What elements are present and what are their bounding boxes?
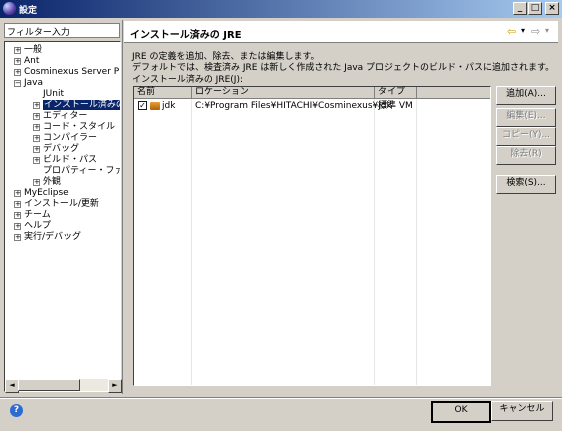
remove-button[interactable]: 除去(R)	[496, 146, 556, 165]
table-label: インストール済みの JRE(J):	[132, 75, 243, 85]
minimize-button[interactable]: _	[513, 2, 527, 15]
expand-icon[interactable]: +	[14, 212, 21, 219]
jre-table[interactable]: 名前 ロケーション タイプ ✓ jdk C:¥Program Files¥HIT…	[133, 86, 491, 386]
app-icon	[3, 2, 16, 15]
help-icon[interactable]: ?	[10, 404, 23, 417]
expand-icon[interactable]: +	[33, 179, 40, 186]
column-divider	[416, 99, 417, 385]
filter-input[interactable]: フィルター入力	[4, 23, 120, 38]
forward-arrow-icon[interactable]: ⇨	[531, 25, 540, 38]
tree-horizontal-scrollbar[interactable]: ◄ ►	[5, 379, 122, 393]
close-button[interactable]: ×	[545, 2, 559, 15]
add-button[interactable]: 追加(A)...	[496, 86, 556, 105]
expand-icon[interactable]: +	[33, 135, 40, 142]
expand-icon[interactable]: +	[14, 223, 21, 230]
expand-icon[interactable]: +	[14, 47, 21, 54]
scroll-right-button[interactable]: ►	[108, 379, 122, 393]
tree-item-help[interactable]: + ヘルプ	[14, 221, 51, 232]
expand-icon[interactable]: +	[33, 157, 40, 164]
copy-button[interactable]: コピー(Y)...	[496, 127, 556, 146]
title-bar: 設定 _ □ ×	[0, 0, 562, 18]
scroll-thumb[interactable]	[18, 379, 80, 391]
ok-button[interactable]: OK	[431, 401, 491, 423]
expand-icon[interactable]: +	[33, 113, 40, 120]
scroll-left-button[interactable]: ◄	[5, 379, 19, 393]
column-header-name[interactable]: 名前	[134, 87, 192, 99]
tree-item-build-path[interactable]: + ビルド・パス	[33, 155, 97, 166]
tree-item-debug[interactable]: + デバッグ	[33, 144, 79, 155]
jre-icon	[150, 102, 160, 110]
table-row[interactable]: ✓ jdk C:¥Program Files¥HITACHI¥Cosminexu…	[134, 100, 490, 112]
row-location: C:¥Program Files¥HITACHI¥Cosminexus¥jdk	[195, 101, 392, 111]
row-type: 標準 VM	[378, 101, 413, 111]
maximize-button[interactable]: □	[528, 2, 542, 15]
row-name: jdk	[162, 101, 176, 111]
tree-item-properties-file[interactable]: プロパティー・ファイル・	[33, 166, 120, 177]
tree-item-java[interactable]: − Java	[14, 78, 43, 89]
tree-item-editor[interactable]: + エディター	[33, 111, 87, 122]
window-title: 設定	[19, 6, 38, 16]
expand-icon[interactable]: +	[14, 190, 21, 197]
tree-item-compiler[interactable]: + コンパイラー	[33, 133, 97, 144]
expand-icon[interactable]: +	[33, 102, 40, 109]
row-checkbox[interactable]: ✓	[138, 101, 147, 110]
column-divider	[191, 99, 192, 385]
tree-item-general[interactable]: + 一般	[14, 45, 42, 56]
column-header-location[interactable]: ロケーション	[192, 87, 375, 99]
expand-icon[interactable]: +	[33, 146, 40, 153]
tree-item-team[interactable]: + チーム	[14, 210, 51, 221]
search-button[interactable]: 検索(S)...	[496, 175, 556, 194]
expand-icon[interactable]: +	[14, 201, 21, 208]
page-title: インストール済みの JRE	[130, 30, 242, 41]
expand-icon[interactable]: +	[14, 58, 21, 65]
back-menu-icon[interactable]: ▾	[521, 26, 525, 35]
tree-item-cosminexus[interactable]: + Cosminexus Server Plu	[14, 67, 120, 78]
tree-item-run-debug[interactable]: + 実行/デバッグ	[14, 232, 81, 243]
edit-button[interactable]: 編集(E)...	[496, 108, 556, 127]
collapse-icon[interactable]: −	[14, 80, 21, 87]
forward-menu-icon[interactable]: ▾	[545, 26, 549, 35]
tree-item-junit[interactable]: JUnit	[33, 89, 64, 100]
tree-item-myeclipse[interactable]: + MyEclipse	[14, 188, 69, 199]
column-header-filler	[417, 87, 490, 99]
tree-item-ant[interactable]: + Ant	[14, 56, 39, 67]
filter-placeholder: フィルター入力	[7, 28, 70, 38]
column-divider	[374, 99, 375, 385]
tree-item-installed-jres[interactable]: + インストール済みの J	[33, 100, 120, 111]
tree-item-appearance[interactable]: + 外観	[33, 177, 61, 188]
expand-icon[interactable]: +	[14, 69, 21, 76]
page-header: インストール済みの JRE ⇦ ▾ ⇨ ▾	[124, 21, 558, 43]
tree-item-install-update[interactable]: + インストール/更新	[14, 199, 99, 210]
tree-item-code-style[interactable]: + コード・スタイル	[33, 122, 115, 133]
preferences-tree[interactable]: + 一般 + Ant + Cosminexus Server Plu − Jav…	[4, 41, 121, 392]
footer-separator	[0, 397, 562, 399]
splitter[interactable]	[122, 20, 123, 394]
expand-icon[interactable]: +	[33, 124, 40, 131]
back-arrow-icon[interactable]: ⇦	[507, 25, 516, 38]
cancel-button[interactable]: キャンセル	[491, 401, 553, 421]
expand-icon[interactable]: +	[14, 234, 21, 241]
column-header-type[interactable]: タイプ	[375, 87, 417, 99]
